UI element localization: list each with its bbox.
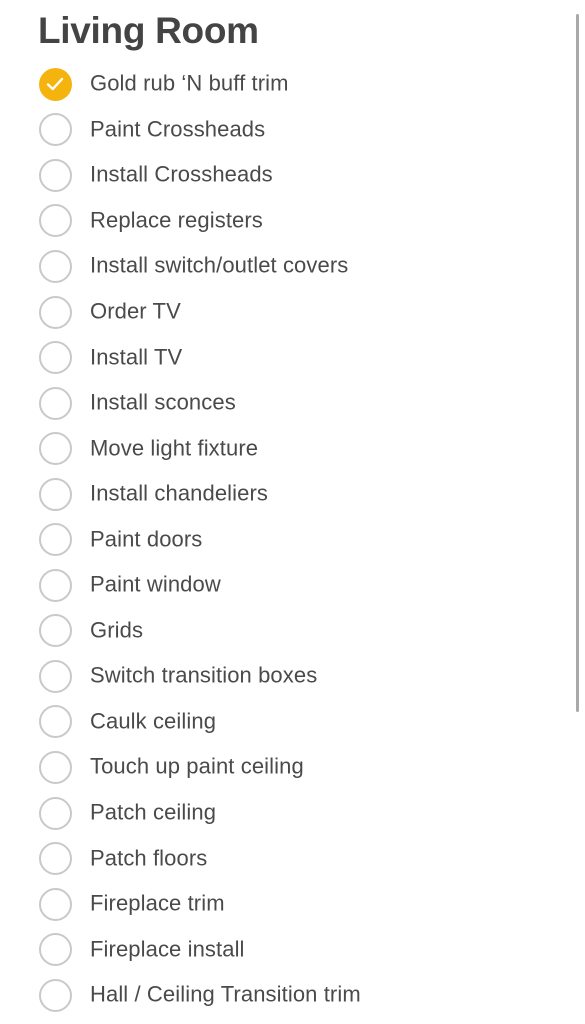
- empty-circle-icon[interactable]: [38, 978, 72, 1012]
- task-label: Install sconces: [90, 389, 236, 415]
- empty-circle-icon[interactable]: [38, 386, 72, 420]
- empty-circle-icon[interactable]: [38, 568, 72, 602]
- scrollbar[interactable]: [576, 14, 579, 712]
- empty-circle-icon[interactable]: [38, 796, 72, 830]
- empty-circle-icon[interactable]: [38, 249, 72, 283]
- task-label: Grids: [90, 617, 144, 643]
- task-label: Patch floors: [90, 845, 208, 871]
- task-item[interactable]: Touch up paint ceiling: [0, 745, 585, 791]
- task-label: Fireplace trim: [90, 890, 225, 916]
- task-label: Replace registers: [90, 207, 263, 233]
- empty-circle-icon[interactable]: [38, 204, 72, 238]
- empty-circle-icon[interactable]: [38, 614, 72, 648]
- task-item[interactable]: Patch floors: [0, 836, 585, 882]
- task-label: Order TV: [90, 298, 181, 324]
- task-label: Hall / Ceiling Transition trim: [90, 981, 361, 1007]
- task-item[interactable]: Install TV: [0, 335, 585, 381]
- empty-circle-icon[interactable]: [38, 750, 72, 784]
- task-label: Gold rub ‘N buff trim: [90, 70, 289, 96]
- empty-circle-icon[interactable]: [38, 705, 72, 739]
- task-item[interactable]: Fireplace install: [0, 927, 585, 973]
- task-item[interactable]: Order TV: [0, 289, 585, 335]
- empty-circle-icon[interactable]: [38, 659, 72, 693]
- task-label: Install switch/outlet covers: [90, 252, 349, 278]
- task-item[interactable]: Install sconces: [0, 380, 585, 426]
- task-list: Gold rub ‘N buff trim Paint Crossheads Ins…: [0, 62, 585, 1018]
- empty-circle-icon[interactable]: [38, 113, 72, 147]
- task-item[interactable]: Paint doors: [0, 517, 585, 563]
- task-label: Fireplace install: [90, 936, 245, 962]
- empty-circle-icon[interactable]: [38, 341, 72, 375]
- task-item[interactable]: Paint window: [0, 563, 585, 609]
- task-label: Touch up paint ceiling: [90, 753, 304, 779]
- task-item[interactable]: Install chandeliers: [0, 471, 585, 517]
- task-label: Paint doors: [90, 526, 203, 552]
- task-item[interactable]: Install switch/outlet covers: [0, 244, 585, 290]
- page-title: Living Room: [38, 10, 259, 51]
- task-label: Move light fixture: [90, 435, 259, 461]
- empty-circle-icon[interactable]: [38, 933, 72, 967]
- task-label: Install chandeliers: [90, 480, 268, 506]
- task-label: Caulk ceiling: [90, 708, 217, 734]
- empty-circle-icon[interactable]: [38, 842, 72, 876]
- task-item[interactable]: Switch transition boxes: [0, 654, 585, 700]
- empty-circle-icon[interactable]: [38, 158, 72, 192]
- checkmark-circle-icon[interactable]: [38, 67, 72, 101]
- task-item[interactable]: Hall / Ceiling Transition trim: [0, 972, 585, 1018]
- task-item[interactable]: Paint Crossheads: [0, 107, 585, 153]
- checkmark-icon: [46, 78, 64, 91]
- empty-circle-icon[interactable]: [38, 295, 72, 329]
- task-item[interactable]: Gold rub ‘N buff trim: [0, 62, 585, 108]
- task-item[interactable]: Install Crossheads: [0, 153, 585, 199]
- empty-circle-icon[interactable]: [38, 477, 72, 511]
- task-label: Paint Crossheads: [90, 116, 266, 142]
- task-item[interactable]: Caulk ceiling: [0, 699, 585, 745]
- task-item[interactable]: Move light fixture: [0, 426, 585, 472]
- empty-circle-icon[interactable]: [38, 887, 72, 921]
- empty-circle-icon[interactable]: [38, 432, 72, 466]
- task-item[interactable]: Grids: [0, 608, 585, 654]
- task-label: Install TV: [90, 344, 183, 370]
- task-item[interactable]: Replace registers: [0, 198, 585, 244]
- task-label: Switch transition boxes: [90, 662, 318, 688]
- task-label: Paint window: [90, 571, 221, 597]
- task-item[interactable]: Fireplace trim: [0, 881, 585, 927]
- empty-circle-icon[interactable]: [38, 523, 72, 557]
- task-label: Patch ceiling: [90, 799, 217, 825]
- task-item[interactable]: Patch ceiling: [0, 790, 585, 836]
- task-label: Install Crossheads: [90, 161, 273, 187]
